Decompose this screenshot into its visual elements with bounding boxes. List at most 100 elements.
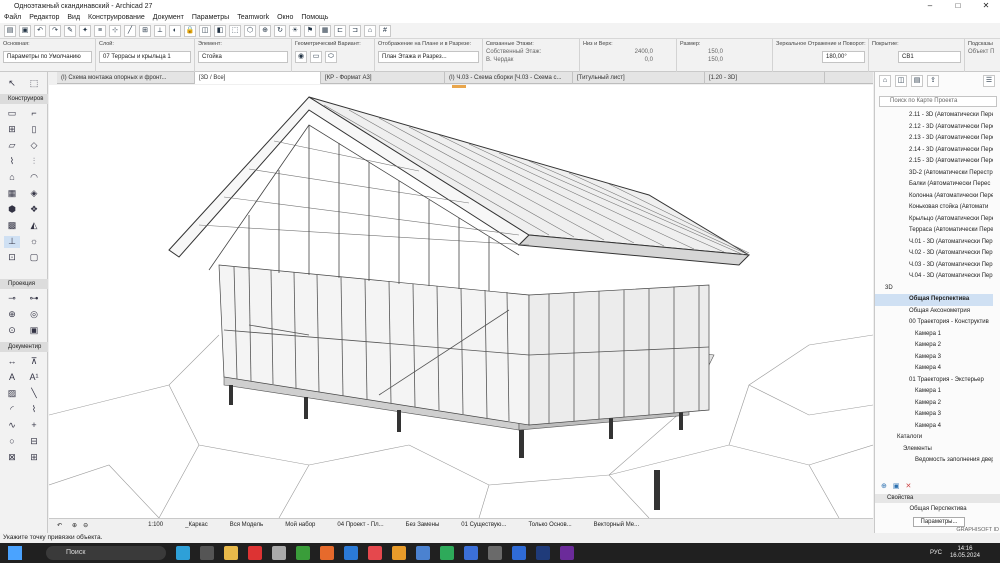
weather-icon[interactable] [176,546,190,560]
clock[interactable]: 14:16 16.05.2024 [950,546,980,560]
tree-camera[interactable]: Камера 1 [875,386,993,398]
mesh-icon[interactable]: ◭ [26,220,42,232]
object-icon[interactable]: ❖ [26,204,42,216]
tree-item[interactable]: Балки (Автоматически Перес [875,179,993,191]
section-projection[interactable]: Проекция [0,279,48,289]
stair-icon[interactable]: ⌇ [4,156,20,168]
renovation-filter[interactable]: 01 Существую... [461,522,506,528]
zone-icon[interactable]: ▩ [4,220,20,232]
railing-icon[interactable]: ⫶ [26,156,42,168]
project-map-icon[interactable]: ⌂ [879,75,891,87]
group-icon[interactable]: ◫ [199,24,211,37]
drawing-icon[interactable]: ⊠ [4,452,20,464]
chrome-icon[interactable] [296,546,310,560]
polyline-icon[interactable]: ⌇ [26,404,42,416]
size-a[interactable]: 150,0 [680,49,769,55]
tree-item[interactable]: Общая Аксонометрия [875,306,993,318]
section-document[interactable]: Документир [0,342,48,352]
sun-icon[interactable]: ☀ [289,24,301,37]
shell-icon[interactable]: ◠ [26,172,42,184]
navigator-search-input[interactable]: Поиск по Карте Проекта [879,96,997,107]
basic-value[interactable]: Параметры по Умолчанию [3,51,92,63]
zoom-icon[interactable]: ⊕ [259,24,271,37]
detail-tool-icon[interactable]: ⊙ [4,325,20,337]
photoshop-icon[interactable] [536,546,550,560]
size-b[interactable]: 150,0 [680,57,769,63]
tree-item[interactable]: 3D-2 (Автоматически Перестр [875,168,993,180]
zoom-in-icon[interactable]: ⊕ [72,522,77,529]
snap-icon[interactable]: ⊹ [109,24,121,37]
archicad-icon[interactable] [512,546,526,560]
zoom-out-icon[interactable]: ⊖ [83,522,88,529]
fill-icon[interactable]: ▨ [4,388,20,400]
tree-item[interactable]: Ч.01 - 3D (Автоматически Пер [875,237,993,249]
elevation-tool-icon[interactable]: ⊶ [26,293,42,305]
trace-icon[interactable]: ◐ [169,24,181,37]
elevation-icon[interactable]: ⊏ [334,24,346,37]
spline-icon[interactable]: ∿ [4,420,20,432]
hotspot-icon[interactable]: + [26,420,42,432]
window-icon[interactable]: ⊞ [4,124,20,136]
morph-icon[interactable]: ⬢ [4,204,20,216]
pen-set[interactable]: Мой набор [285,522,315,528]
detail-icon[interactable]: ⌂ [364,24,376,37]
tree-item[interactable]: 2.11 - 3D (Автоматически Пере [875,110,993,122]
clone-icon[interactable]: ▣ [893,482,900,492]
orbit-icon[interactable]: ↻ [274,24,286,37]
task-view-icon[interactable] [200,546,214,560]
tree-camera[interactable]: Камера 1 [875,329,993,341]
minimize-button[interactable]: – [916,0,944,12]
tree-folder-path[interactable]: 00 Траектория - Конструктив [875,317,993,329]
tree-item[interactable]: Колонна (Автоматически Пере [875,191,993,203]
windows-start-icon[interactable] [8,546,22,560]
label-icon[interactable]: A¹ [26,372,42,384]
roof-icon[interactable]: ⌂ [4,172,20,184]
equipment-icon[interactable]: ⊡ [4,252,20,264]
skylight-icon[interactable]: ◈ [26,188,42,200]
menu-file[interactable]: Файл [4,14,21,21]
door-icon[interactable]: ⌐ [26,108,42,120]
tree-item[interactable]: 2.14 - 3D (Автоматически Пере [875,145,993,157]
change-icon[interactable]: ▣ [26,325,42,337]
menu-view[interactable]: Вид [67,14,80,21]
redo-icon[interactable]: ↷ [49,24,61,37]
tree-item[interactable]: Ведомость заполнения двер [875,455,993,467]
stories-sub[interactable]: В. Чердак [486,57,576,63]
firefox-icon[interactable] [320,546,334,560]
word-icon[interactable] [416,546,430,560]
open-icon[interactable]: ▤ [4,24,16,37]
tree-item[interactable]: Ч.02 - 3D (Автоматически Пер [875,248,993,260]
explorer-icon[interactable] [224,546,238,560]
layer-combination[interactable]: _Каркас [185,522,208,528]
column-icon[interactable]: ▯ [26,124,42,136]
tab-assembly-scheme[interactable]: (I) Ч.03 - Схема сборки [Ч.03 - Схема с.… [445,72,573,84]
tab-3d-120[interactable]: [1.20 - 3D] [705,72,825,84]
opera-icon[interactable] [368,546,382,560]
tree-item[interactable]: Крыльцо (Автоматически Пере [875,214,993,226]
tree-item-selected[interactable]: Общая Перспектива [875,294,993,306]
section-tool-icon[interactable]: ⊸ [4,293,20,305]
tree-item[interactable]: 2.13 - 3D (Автоматически Пере [875,133,993,145]
tree-camera[interactable]: Камера 2 [875,340,993,352]
save-icon[interactable]: ▣ [19,24,31,37]
parameters-button[interactable]: Параметры... [913,517,965,527]
menu-teamwork[interactable]: Teamwork [237,14,269,21]
grid-toggle-icon[interactable]: # [379,24,391,37]
model-view[interactable]: Вся Модель [230,522,263,528]
3d-viewport[interactable] [49,85,873,518]
marquee-icon[interactable]: ⬚ [26,78,42,90]
chart-icon[interactable]: ▦ [319,24,331,37]
splitter-handle[interactable] [452,85,466,88]
pick-icon[interactable]: ✎ [64,24,76,37]
text-icon[interactable]: A [4,372,20,384]
tree-item[interactable]: 2.12 - 3D (Автоматически Пере [875,122,993,134]
tree-camera[interactable]: Камера 4 [875,421,993,433]
graphic-override[interactable]: Без Замены [406,522,440,528]
guide-icon[interactable]: ╱ [124,24,136,37]
tree-folder-3d[interactable]: 3D [875,283,993,295]
beam-icon[interactable]: ▱ [4,140,20,152]
tree-item[interactable]: 2.15 - 3D (Автоматически Пере [875,156,993,168]
circle-icon[interactable]: ○ [4,436,20,448]
menu-help[interactable]: Помощь [301,14,328,21]
suspend-groups-icon[interactable]: ◧ [214,24,226,37]
